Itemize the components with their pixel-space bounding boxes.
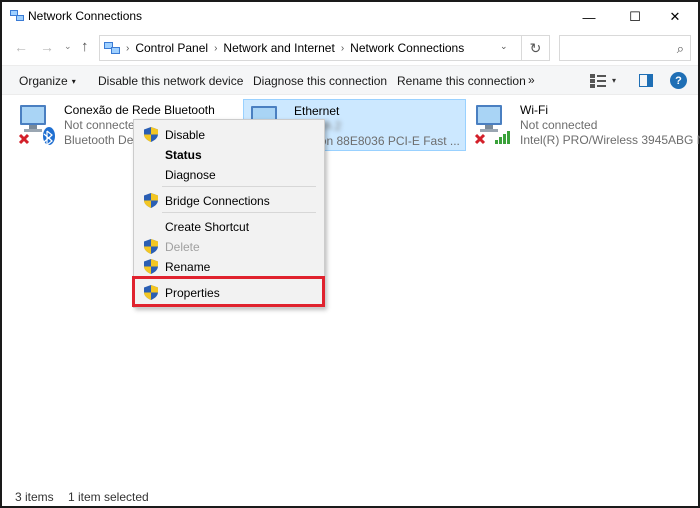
menu-item-label: Status [165,148,202,162]
preview-pane-button[interactable] [639,74,653,87]
search-input[interactable]: ⌕ [559,35,691,61]
change-view-icon[interactable] [590,74,606,88]
more-commands-button[interactable]: » [528,73,535,87]
help-button[interactable]: ? [670,72,687,89]
item-count: 3 items [15,490,54,504]
breadcrumb-control-panel[interactable]: Control Panel [135,41,208,55]
connection-status: Not connected [64,118,142,132]
menu-item-label: Rename [165,260,211,274]
command-bar: Organize ▾ Disable this network device Di… [2,65,698,95]
connection-name: Conexão de Rede Bluetooth [64,103,215,117]
navigation-bar: ← → ⌄ ↑ › Control Panel › Network and In… [2,32,698,64]
search-icon[interactable]: ⌕ [677,41,684,57]
rename-connection-button[interactable]: Rename this connection [397,74,526,88]
menu-item-label: Bridge Connections [165,194,270,208]
menu-item-rename[interactable]: Rename [134,256,324,276]
connection-name: Ethernet [294,104,340,118]
menu-item-bridge-connections[interactable]: Bridge Connections [134,190,324,210]
menu-item-status[interactable]: Status [134,144,324,164]
menu-item-delete: Delete [134,236,324,256]
breadcrumb-separator[interactable]: › [341,43,344,54]
connection-name: Wi-Fi [520,103,548,117]
forward-button[interactable]: → [40,39,54,55]
window-title: Network Connections [28,9,143,23]
view-options-arrow[interactable]: ▾ [612,76,616,85]
chevron-down-icon: ▾ [71,77,76,86]
breadcrumb-separator[interactable]: › [214,43,217,54]
organize-label: Organize [19,74,68,88]
up-button[interactable]: ↑ [81,38,89,55]
connection-device: Intel(R) PRO/Wireless 3945ABG N... [520,133,700,147]
menu-item-create-shortcut[interactable]: Create Shortcut [134,216,324,236]
title-bar: Network Connections — ☐ ✕ [2,2,698,32]
menu-separator [162,212,316,213]
breadcrumb-network-and-internet[interactable]: Network and Internet [223,41,334,55]
back-button[interactable]: ← [14,39,28,55]
properties-highlight-box [132,276,325,307]
control-panel-icon [104,42,120,54]
refresh-button[interactable]: ↻ [522,35,550,61]
connection-device: Bluetooth Dev [64,133,140,147]
uac-shield-icon [144,127,158,142]
network-connections-icon [10,10,24,21]
organize-button[interactable]: Organize ▾ [19,74,76,88]
uac-shield-icon [144,193,158,208]
network-connections-window: Network Connections — ☐ ✕ ← → ⌄ ↑ › Cont… [0,0,700,508]
breadcrumb-separator: › [126,42,130,54]
uac-shield-icon [144,239,158,254]
menu-item-label: Delete [165,240,200,254]
uac-shield-icon [144,259,158,274]
menu-item-label: Disable [165,128,206,142]
menu-item-label: Diagnose [165,168,216,182]
close-button[interactable]: ✕ [652,2,698,32]
menu-item-label: Create Shortcut [165,220,250,234]
selection-count: 1 item selected [68,490,149,504]
menu-item-disable[interactable]: Disable [134,124,324,144]
bluetooth-network-icon [18,105,55,146]
connection-status: Not connected [520,118,598,132]
menu-separator [162,186,316,187]
connection-item-wifi[interactable]: Wi-Fi Not connected Intel(R) PRO/Wireles… [472,99,700,151]
breadcrumb-network-connections[interactable]: Network Connections [350,41,464,55]
status-bar: 3 items 1 item selected [2,488,698,506]
disable-device-button[interactable]: Disable this network device [98,74,243,88]
address-bar[interactable]: › Control Panel › Network and Internet ›… [99,35,522,61]
wifi-network-icon [474,105,510,145]
recent-locations-button[interactable]: ⌄ [64,41,72,52]
chevron-down-icon[interactable]: ⌄ [500,41,508,52]
menu-item-diagnose[interactable]: Diagnose [134,164,324,184]
minimize-button[interactable]: — [566,2,612,32]
diagnose-connection-button[interactable]: Diagnose this connection [253,74,387,88]
